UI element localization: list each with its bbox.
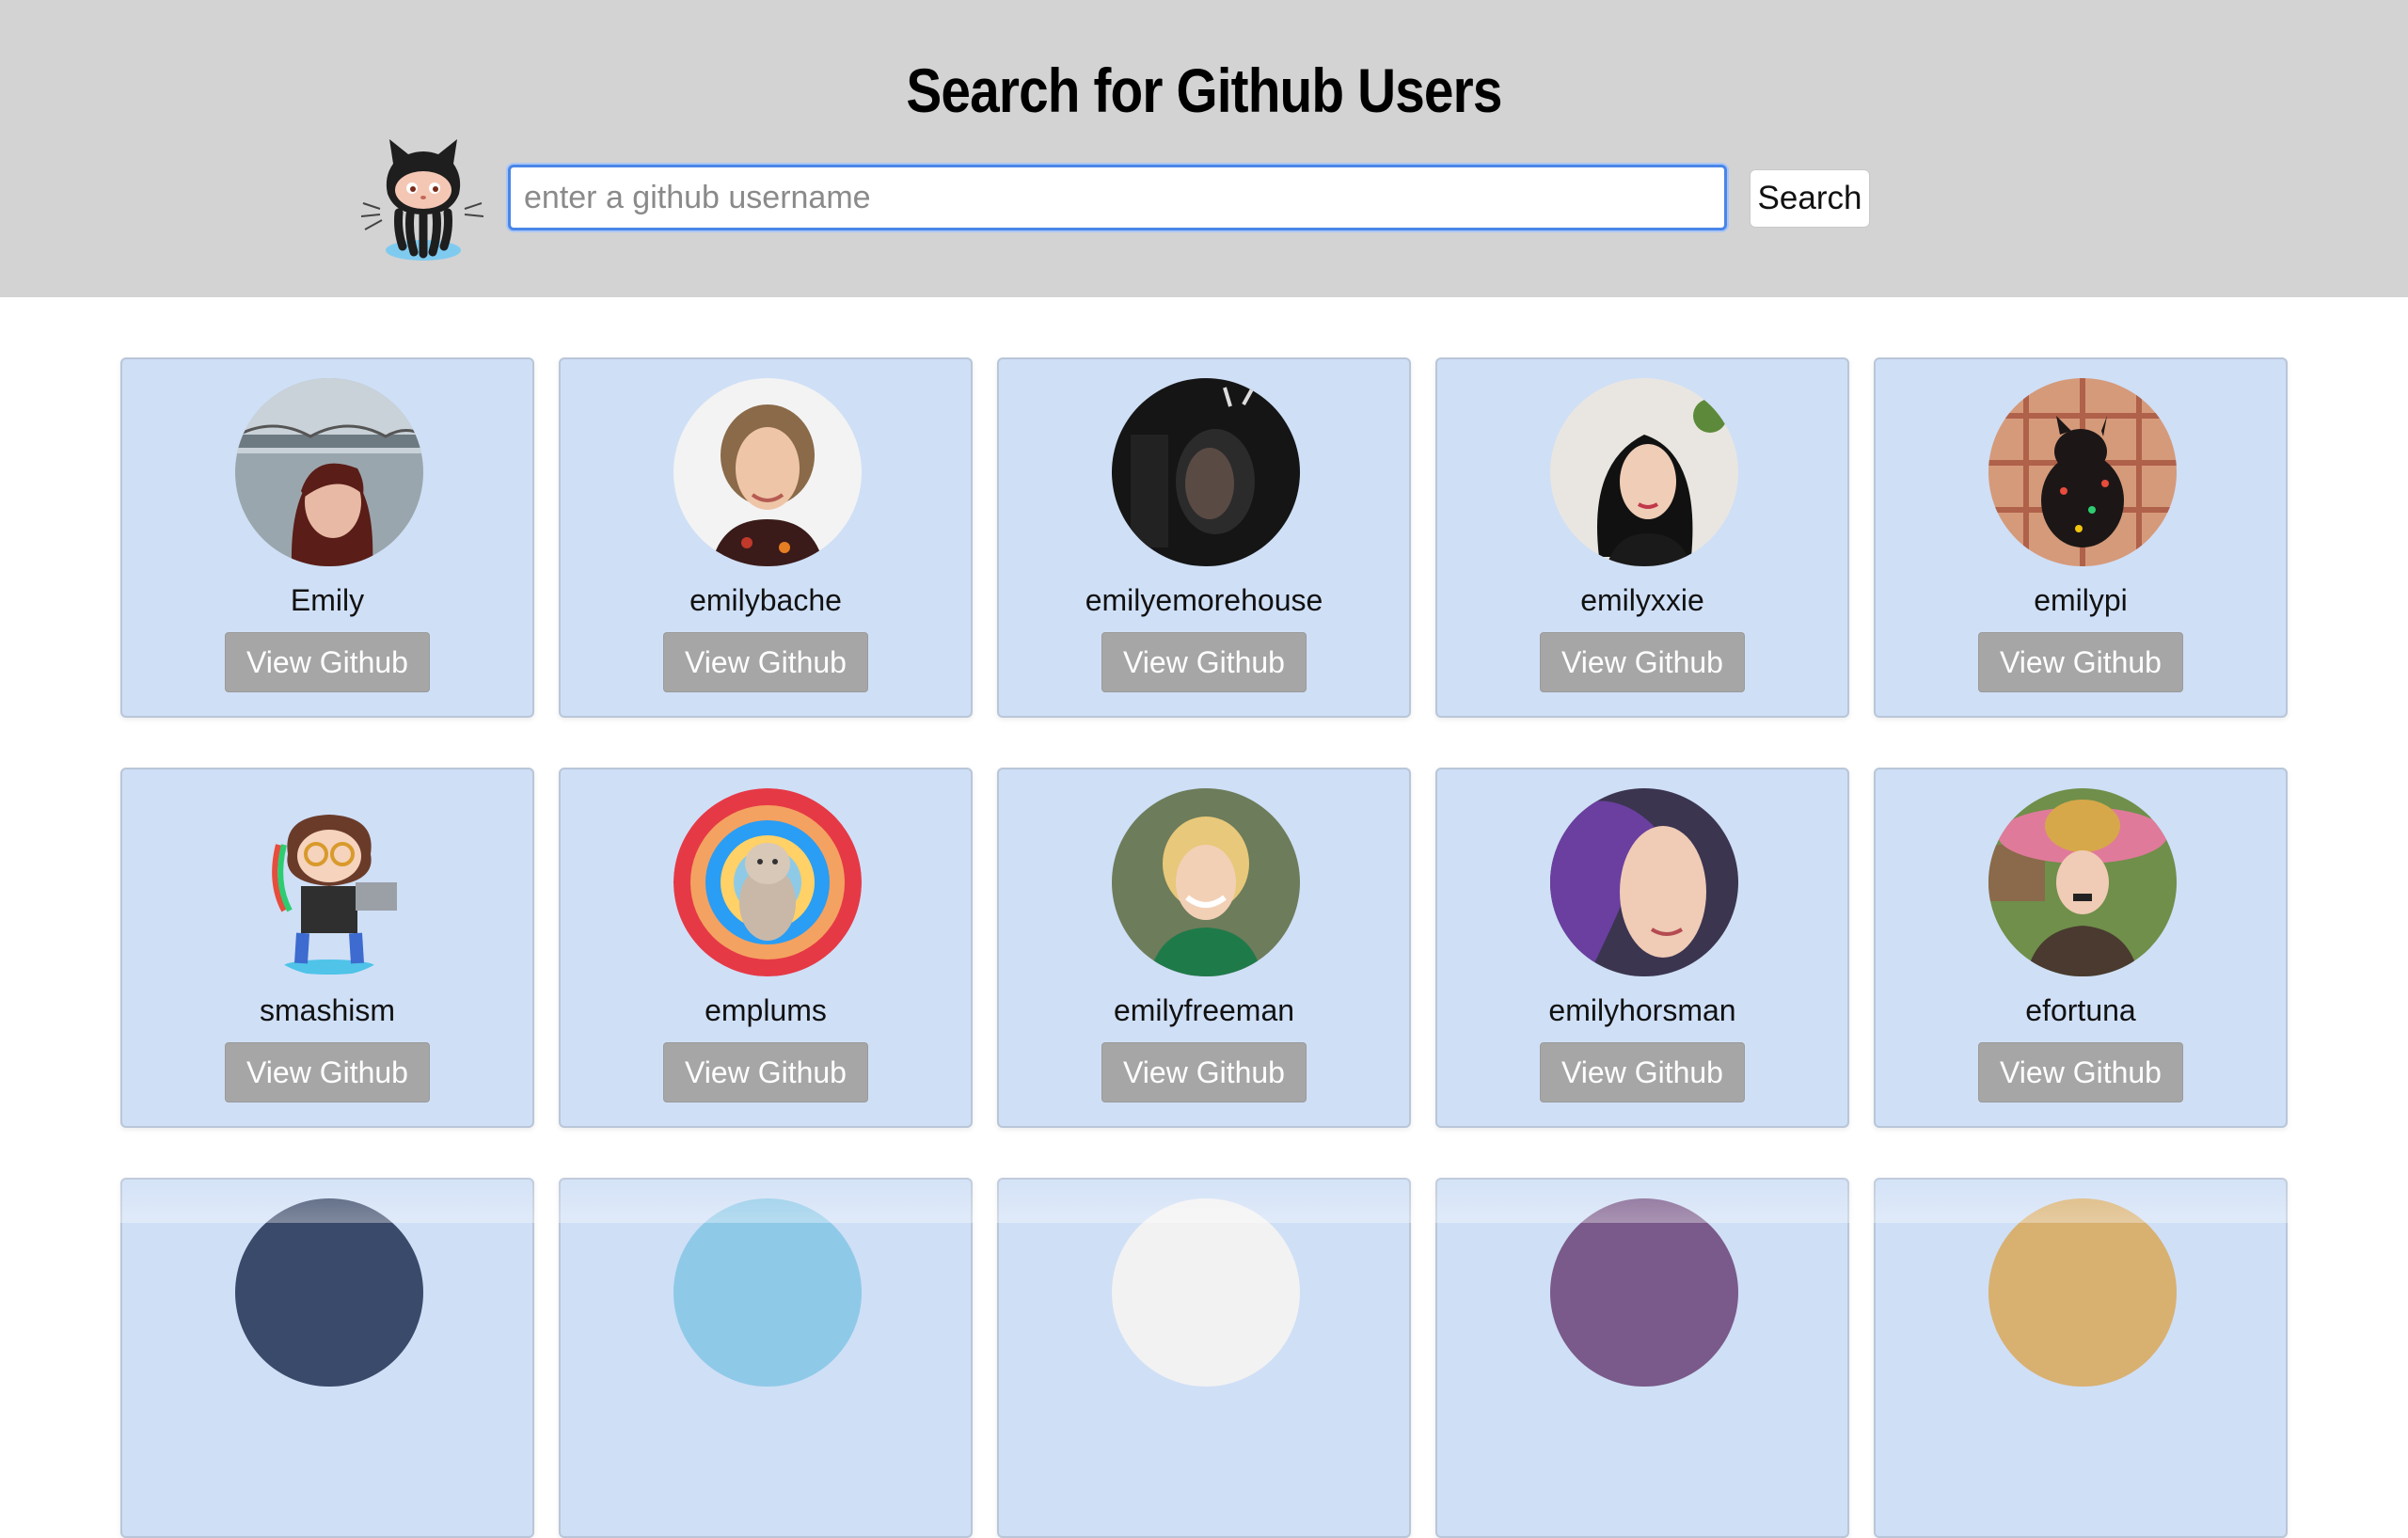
avatar: [1988, 378, 2177, 566]
user-card: [1435, 1178, 1849, 1538]
username: smashism: [259, 993, 395, 1027]
username: emplums: [705, 993, 827, 1027]
username: emilyxxie: [1580, 583, 1704, 617]
view-github-button[interactable]: View Github: [225, 632, 430, 692]
view-github-button[interactable]: View Github: [1101, 1042, 1307, 1102]
user-card: [997, 1178, 1411, 1538]
username: emilyemorehouse: [1085, 583, 1323, 617]
avatar: [673, 378, 862, 566]
avatar: [1550, 1198, 1738, 1387]
avatar: [1988, 1198, 2177, 1387]
view-github-button[interactable]: View Github: [1101, 632, 1307, 692]
view-github-button[interactable]: View Github: [1540, 1042, 1745, 1102]
avatar: [1112, 788, 1300, 976]
avatar: [1112, 1198, 1300, 1387]
user-card: [120, 1178, 534, 1538]
username: emilyhorsman: [1548, 993, 1736, 1027]
view-github-button[interactable]: View Github: [1978, 632, 2183, 692]
username: efortuna: [2025, 993, 2136, 1027]
avatar: [1112, 378, 1300, 566]
view-github-button[interactable]: View Github: [225, 1042, 430, 1102]
avatar: [235, 378, 423, 566]
header: Search for Github Users Search: [0, 0, 2408, 297]
avatar: [235, 1198, 423, 1387]
user-card: Emily View Github: [120, 357, 534, 718]
user-card: emilyemorehouse View Github: [997, 357, 1411, 718]
user-card: smashism View Github: [120, 768, 534, 1128]
octocat-icon: [360, 135, 484, 263]
user-card: emilyfreeman View Github: [997, 768, 1411, 1128]
page-title: Search for Github Users: [906, 55, 1502, 125]
view-github-button[interactable]: View Github: [663, 632, 868, 692]
avatar: [673, 788, 862, 976]
user-card: emilyhorsman View Github: [1435, 768, 1849, 1128]
avatar: [235, 788, 423, 976]
user-card: [1874, 1178, 2288, 1538]
username: emilypi: [2034, 583, 2128, 617]
avatar: [1550, 378, 1738, 566]
user-card: [559, 1178, 973, 1538]
user-card: efortuna View Github: [1874, 768, 2288, 1128]
search-input[interactable]: [508, 165, 1727, 230]
user-card: emilyxxie View Github: [1435, 357, 1849, 718]
view-github-button[interactable]: View Github: [1540, 632, 1745, 692]
view-github-button[interactable]: View Github: [663, 1042, 868, 1102]
avatar: [673, 1198, 862, 1387]
user-card: emplums View Github: [559, 768, 973, 1128]
avatar: [1550, 788, 1738, 976]
user-card: emilybache View Github: [559, 357, 973, 718]
username: emilybache: [689, 583, 842, 617]
view-github-button[interactable]: View Github: [1978, 1042, 2183, 1102]
avatar: [1988, 788, 2177, 976]
user-card: emilypi View Github: [1874, 357, 2288, 718]
username: emilyfreeman: [1113, 993, 1295, 1027]
search-button[interactable]: Search: [1750, 169, 1870, 228]
username: Emily: [290, 583, 365, 617]
